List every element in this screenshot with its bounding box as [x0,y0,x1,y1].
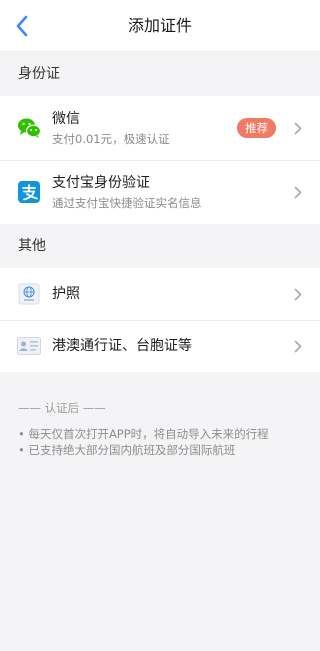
note-line-flights-supported: • 已支持绝大部分国内航班及部分国际航班 [18,443,236,457]
passport-row[interactable]: 护照 [0,268,320,320]
section-header-id-card: 身份证 [18,66,60,82]
wechat-text: 微信 支付0.01元，极速认证 [52,110,237,147]
passport-title: 护照 [52,286,80,302]
nav-bar: 添加证件 [0,0,320,52]
alipay-text: 支付宝身份验证 通过支付宝快捷验证实名信息 [52,174,292,211]
passport-text: 护照 [52,285,292,303]
wechat-title: 微信 [52,110,80,127]
chevron-right-icon [292,338,304,354]
alipay-verify-row[interactable]: 支付宝身份验证 通过支付宝快捷验证实名信息 [0,160,320,224]
alipay-title: 支付宝身份验证 [52,174,150,191]
chevron-right-icon [292,120,304,136]
wechat-icon [17,116,41,140]
note-line-auto-import: • 每天仅首次打开APP时，将自动导入未来的行程 [18,427,269,441]
hk-macau-permit-title: 港澳通行证、台胞证等 [52,338,192,354]
passport-icon [17,282,41,306]
id-card-icon [17,334,41,358]
hk-macau-permit-text: 港澳通行证、台胞证等 [52,337,292,355]
id-card-group: 微信 支付0.01元，极速认证 推荐 支付宝身份验证 通过支付宝快捷验证实名信息 [0,96,320,224]
alipay-subtitle: 通过支付宝快捷验证实名信息 [52,195,202,210]
alipay-icon [17,180,41,204]
section-header-other: 其他 [18,238,46,254]
other-group: 护照 港澳通行证、台胞证等 [0,268,320,372]
recommend-badge: 推荐 [237,118,276,138]
wechat-subtitle: 支付0.01元，极速认证 [52,131,170,146]
page-title: 添加证件 [127,16,192,35]
chevron-right-icon [292,286,304,302]
wechat-verify-row[interactable]: 微信 支付0.01元，极速认证 推荐 [0,96,320,160]
after-verification-notes: —— 认证后 —— • 每天仅首次打开APP时，将自动导入未来的行程 • 已支持… [0,372,320,458]
chevron-right-icon [292,184,304,200]
notes-title: —— 认证后 —— [18,401,106,415]
hk-macau-permit-row[interactable]: 港澳通行证、台胞证等 [0,320,320,372]
